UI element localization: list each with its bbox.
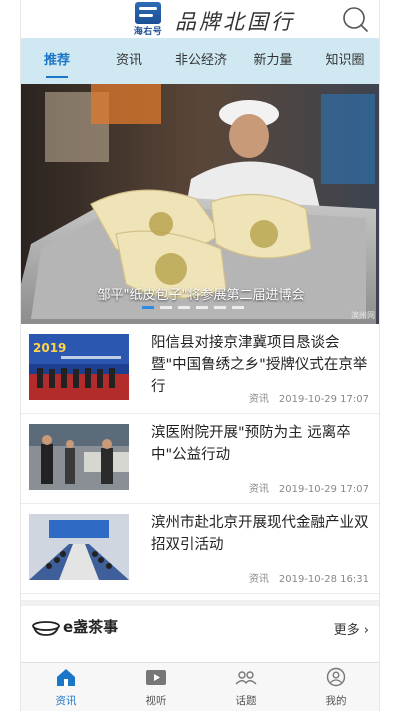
carousel-dot[interactable] (214, 306, 226, 309)
nav-label: 我的 (325, 695, 347, 707)
carousel-dot[interactable] (178, 306, 190, 309)
nav-label: 资讯 (55, 695, 77, 707)
news-item[interactable]: 滨州市赴北京开展现代金融产业双招双引活动 资讯 2019-10-28 16:31 (21, 504, 379, 594)
nav-item-news[interactable]: 资讯 (21, 663, 111, 711)
search-icon (343, 7, 368, 32)
tab-news[interactable]: 资讯 (93, 38, 165, 84)
bottom-nav: 资讯 视听 话题 我的 (21, 662, 379, 711)
section-tea-header: e盏茶事 更多 › (21, 600, 379, 650)
news-meta: 资讯 2019-10-29 17:07 (249, 480, 369, 495)
carousel-dot[interactable] (160, 306, 172, 309)
news-title: 阳信县对接京津冀项目恳谈会暨"中国鲁绣之乡"授牌仪式在京举行 (151, 335, 368, 395)
news-item[interactable]: 滨医附院开展"预防为主 远离卒中"公益行动 资讯 2019-10-29 17:07 (21, 414, 379, 504)
news-meta: 资讯 2019-10-28 16:31 (249, 570, 369, 585)
carousel-dot[interactable] (142, 306, 154, 309)
banner-caption: 邹平"纸皮包子"将参展第二届进博会 (97, 288, 305, 303)
tab-knowledge-circle[interactable]: 知识圈 (309, 38, 379, 84)
more-link-label: 更多 (333, 623, 360, 638)
nav-item-video[interactable]: 视听 (111, 663, 201, 711)
news-time: 2019-10-29 17:07 (278, 394, 369, 405)
news-time: 2019-10-29 17:07 (278, 484, 369, 495)
news-title: 滨州市赴北京开展现代金融产业双招双引活动 (151, 515, 369, 553)
tab-private-economy[interactable]: 非公经济 (165, 38, 237, 84)
banner-carousel[interactable]: 邹平"纸皮包子"将参展第二届进博会 滨州网 (21, 84, 379, 324)
app-frame: 海右号 品牌北国行 推荐 资讯 非公经济 新力量 知识圈 邹平"纸皮包子"将参展… (20, 0, 380, 711)
more-link[interactable]: 更多 › (334, 619, 369, 638)
topic-icon (235, 671, 257, 685)
logo-text: 海右号 (133, 27, 163, 37)
tab-new-force[interactable]: 新力量 (237, 38, 309, 84)
carousel-indicator (139, 306, 247, 310)
nav-label: 话题 (235, 695, 257, 707)
carousel-dot[interactable] (232, 306, 244, 309)
nav-label: 视听 (145, 695, 167, 707)
news-thumbnail: 2019 (29, 334, 129, 400)
top-header: 海右号 品牌北国行 (21, 0, 379, 38)
logo-mark-icon (135, 2, 161, 24)
teacup-icon (32, 621, 60, 636)
carousel-dot[interactable] (196, 306, 208, 309)
nav-item-profile[interactable]: 我的 (291, 663, 379, 711)
profile-icon (326, 667, 346, 687)
news-category: 资讯 (248, 574, 269, 585)
news-time: 2019-10-28 16:31 (278, 574, 369, 585)
news-category: 资讯 (248, 394, 269, 405)
search-button[interactable] (341, 5, 369, 33)
news-thumbnail (29, 424, 129, 490)
tab-recommend[interactable]: 推荐 (21, 38, 93, 84)
news-thumbnail (29, 514, 129, 580)
category-tabs: 推荐 资讯 非公经济 新力量 知识圈 (21, 38, 379, 84)
section-title: e盏茶事 (63, 618, 119, 636)
news-category: 资讯 (248, 484, 269, 495)
thumb-year-text: 2019 (33, 341, 66, 355)
banner-source: 滨州网 (351, 311, 375, 320)
news-title: 滨医附院开展"预防为主 远离卒中"公益行动 (151, 425, 351, 463)
brand-slogan: 品牌北国行 (175, 10, 295, 34)
news-meta: 资讯 2019-10-29 17:07 (249, 390, 369, 405)
video-icon (146, 670, 166, 685)
home-icon (57, 669, 75, 686)
nav-item-topic[interactable]: 话题 (201, 663, 291, 711)
chevron-right-icon: › (363, 623, 369, 638)
news-item[interactable]: 2019 阳信县对接京津冀项目恳谈会暨"中国鲁绣之乡"授牌仪式在京举行 资讯 20… (21, 324, 379, 414)
app-logo[interactable]: 海右号 (129, 2, 167, 37)
